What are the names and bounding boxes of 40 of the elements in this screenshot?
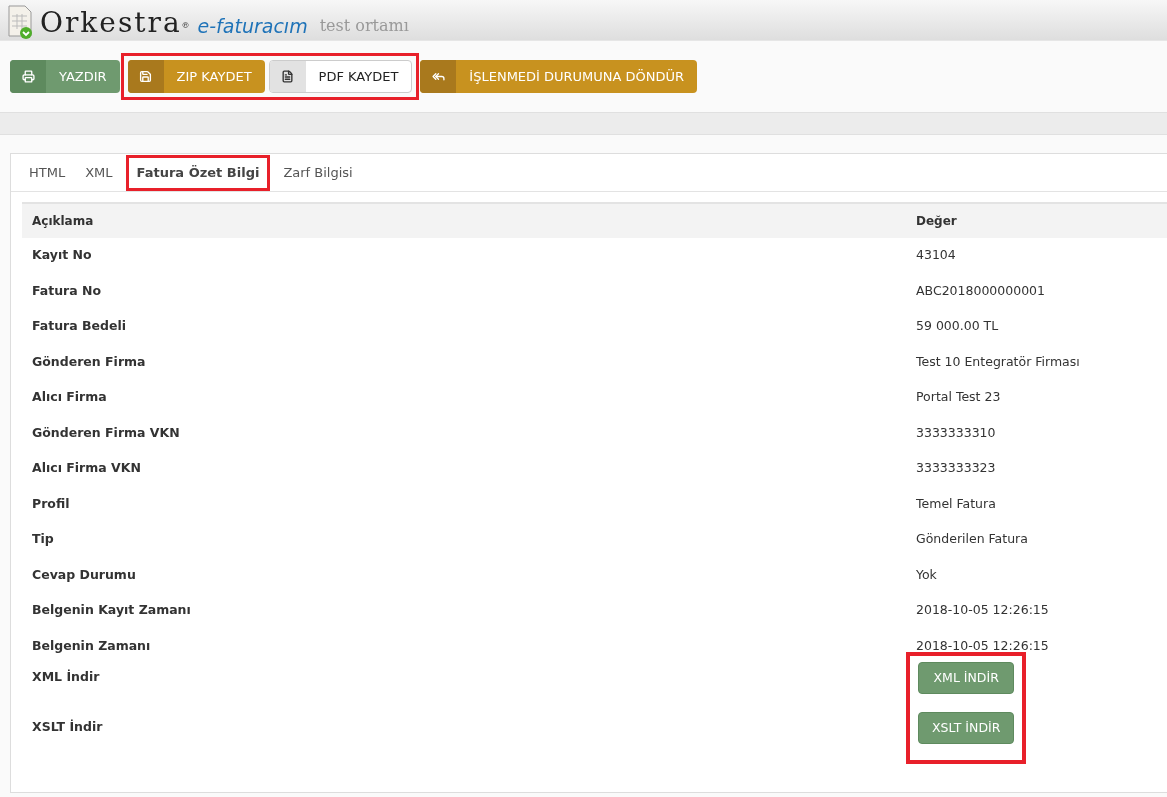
tab[interactable]: HTML <box>21 153 74 192</box>
table-cell-text: Alıcı Firma <box>31 388 108 407</box>
table-cell-text: Temel Fatura <box>916 494 996 513</box>
table-cell-text: Alıcı Firma VKN <box>31 459 142 478</box>
environment-label: test ortamı <box>319 15 409 37</box>
table-cell-text: Fatura No <box>31 281 103 300</box>
table-cell-text: ABC2018000000001 <box>916 281 1046 300</box>
save-icon <box>139 70 153 83</box>
table-cell-text: 43104 <box>916 246 956 265</box>
table-cell-text: Test 10 Entegratör Firması <box>916 352 1080 371</box>
table-cell-text: Kayıt No <box>31 246 93 265</box>
table-cell-text: Cevap Durumu <box>31 565 137 584</box>
table-cell-text: Portal Test 23 <box>916 388 1001 407</box>
table-cell-text: 3333333310 <box>916 423 996 442</box>
table-cell-text: Gönderen Firma VKN <box>31 423 181 442</box>
table-cell-text: Belgenin Kayıt Zamanı <box>31 601 192 620</box>
table-cell-text: Gönderilen Fatura <box>916 530 1028 549</box>
table-cell-text: Gönderen Firma <box>31 352 147 371</box>
tab[interactable]: Fatura Özet Bilgi <box>124 153 272 192</box>
column-header: Değer <box>916 213 957 230</box>
table-cell-text: 2018-10-05 12:26:15 <box>916 636 1049 655</box>
table-cell-text: Fatura Bedeli <box>31 317 128 336</box>
toolbar-button[interactable]: PDF KAYDET <box>268 60 413 93</box>
table-cell-text: 2018-10-05 12:26:15 <box>916 601 1049 620</box>
document-icon <box>281 70 295 83</box>
table-cell-text: 59 000.00 TL <box>916 317 999 336</box>
table-cell-text: Profil <box>31 494 71 513</box>
reply-all-icon <box>431 70 445 83</box>
table-cell-text: 3333333323 <box>916 459 996 478</box>
table-cell-text: Belgenin Zamanı <box>31 636 152 655</box>
logo-text: Orkestra$^{®}$ <box>40 6 192 40</box>
column-header: Açıklama <box>31 213 95 230</box>
table-cell-text: Tip <box>31 530 55 549</box>
product-name: e-faturacım <box>197 14 308 39</box>
table-cell-text: XML İndir <box>31 668 101 686</box>
table-cell-text: Yok <box>916 565 937 584</box>
table-cell-text: XSLT İndir <box>31 718 104 736</box>
tab[interactable]: Zarf Bilgisi <box>275 153 361 192</box>
printer-icon <box>21 70 35 83</box>
tab[interactable]: XML <box>77 153 121 192</box>
